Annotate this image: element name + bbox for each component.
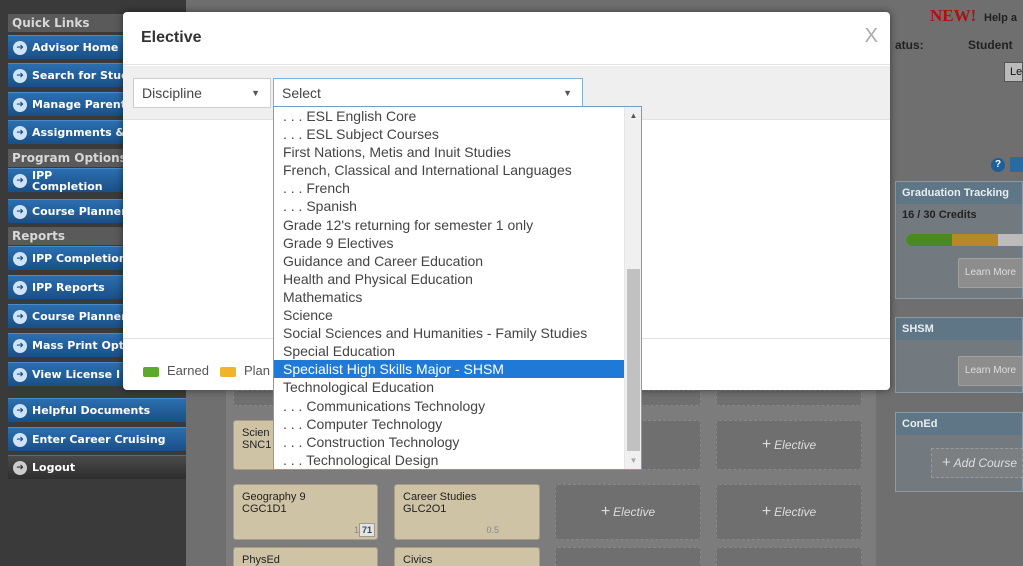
sidebar-item-logout[interactable]: ➜ Logout [8,455,186,479]
elective-slot[interactable]: + Elective [716,484,862,540]
status-label: atus: [895,38,924,52]
elective-slot[interactable] [716,547,862,566]
arrow-right-icon: ➜ [13,368,27,382]
learn-more-graduation-button[interactable]: Learn More [958,258,1023,288]
dropdown-option[interactable]: Guidance and Career Education [274,252,625,270]
legend-plan: Plan [220,363,270,378]
scrollbar-thumb[interactable] [627,269,640,451]
course-card-physed[interactable]: PhysEd [233,547,378,566]
dropdown-option[interactable]: Mathematics [274,288,625,306]
elective-slot[interactable]: + Elective [555,484,701,540]
dropdown-option[interactable]: . . . Technological Design [274,451,625,469]
elective-slot[interactable] [555,547,701,566]
course-card-civics[interactable]: Civics [394,547,540,566]
scroll-up-icon[interactable]: ▲ [625,107,641,124]
dropdown-option[interactable]: . . . ESL Subject Courses [274,125,625,143]
arrow-right-icon: ➜ [13,205,27,219]
help-link[interactable]: Help a [984,12,1017,24]
dropdown-scrollbar[interactable]: ▲ ▼ [624,107,641,469]
modal-title: Elective [141,29,202,46]
dropdown-option[interactable]: Science [274,306,625,324]
scroll-down-icon[interactable]: ▼ [625,452,641,469]
arrow-right-icon: ➜ [13,174,27,188]
dropdown-option[interactable]: Technological Education [274,378,625,396]
dropdown-option[interactable]: French, Classical and International Lang… [274,161,625,179]
credits-planned-bar [952,234,998,246]
elective-slot[interactable]: + Elective [716,420,862,470]
arrow-right-icon: ➜ [13,281,27,295]
arrow-right-icon: ➜ [13,404,27,418]
arrow-right-icon: ➜ [13,310,27,324]
course-card-career-studies[interactable]: Career Studies GLC2O1 0.5 [394,484,540,540]
dropdown-option[interactable]: . . . Communications Technology [274,397,625,415]
header-button[interactable]: Le [1004,62,1023,82]
dropdown-option[interactable]: Specialist High Skills Major - SHSM [274,360,625,379]
arrow-right-icon: ➜ [13,252,27,266]
arrow-right-icon: ➜ [13,461,27,475]
student-label: Student [968,38,1013,52]
graduation-tracking-title: Graduation Tracking [896,182,1022,204]
arrow-right-icon: ➜ [13,41,27,55]
subject-select[interactable]: Select ▼ [273,78,583,108]
discipline-select[interactable]: Discipline ▼ [133,78,271,108]
dropdown-option[interactable]: Social Sciences and Humanities - Family … [274,324,625,342]
add-course-button[interactable]: + Add Course [931,448,1023,478]
credits-progress-bar [906,234,1023,246]
subject-dropdown-list[interactable]: . . . ESL English Core. . . ESL Subject … [273,106,642,470]
dropdown-option[interactable]: . . . Computer Technology [274,415,625,433]
dropdown-option[interactable]: . . . Spanish [274,197,625,215]
modal-header: Elective X [123,12,890,65]
chevron-down-icon: ▼ [251,88,260,98]
new-badge: NEW! [930,6,977,25]
sidebar-item-enter-career-cruising[interactable]: ➜ Enter Career Cruising [8,427,186,451]
legend-swatch-plan [220,366,236,377]
elective-slot[interactable] [716,390,862,406]
plus-icon: + [600,503,611,520]
learn-more-shsm-button[interactable]: Learn More [958,356,1023,386]
list-icon[interactable] [1010,157,1023,172]
dropdown-option[interactable]: . . . French [274,179,625,197]
dropdown-option[interactable]: . . . ESL English Core [274,107,625,125]
arrow-right-icon: ➜ [13,339,27,353]
sidebar-item-helpful-documents[interactable]: ➜ Helpful Documents [8,398,186,422]
dropdown-option[interactable]: . . . Construction Technology [274,433,625,451]
dropdown-option[interactable]: Grade 9 Electives [274,234,625,252]
arrow-right-icon: ➜ [13,126,27,140]
course-card-geography[interactable]: Geography 9 CGC1D1 1 71 [233,484,378,540]
dropdown-option[interactable]: First Nations, Metis and Inuit Studies [274,143,625,161]
arrow-right-icon: ➜ [13,433,27,447]
dropdown-option[interactable]: Grade 12's returning for semester 1 only [274,216,625,234]
dropdown-option[interactable]: Health and Physical Education [274,270,625,288]
arrow-right-icon: ➜ [13,69,27,83]
chevron-down-icon: ▼ [563,88,572,98]
dropdown-options: . . . ESL English Core. . . ESL Subject … [274,107,625,469]
plus-icon: + [761,436,772,453]
legend-swatch-earned [143,366,159,377]
close-icon[interactable]: X [865,25,878,48]
shsm-title: SHSM [896,318,1022,340]
arrow-right-icon: ➜ [13,98,27,112]
dropdown-option[interactable]: Special Education [274,342,625,360]
plus-icon: + [761,503,772,520]
credits-earned-bar [906,234,952,246]
help-icon[interactable]: ? [991,158,1005,172]
coned-title: ConEd [896,413,1022,435]
plus-icon: + [942,454,951,471]
legend-earned: Earned [143,363,209,378]
credits-count: 16 / 30 Credits [902,209,977,221]
